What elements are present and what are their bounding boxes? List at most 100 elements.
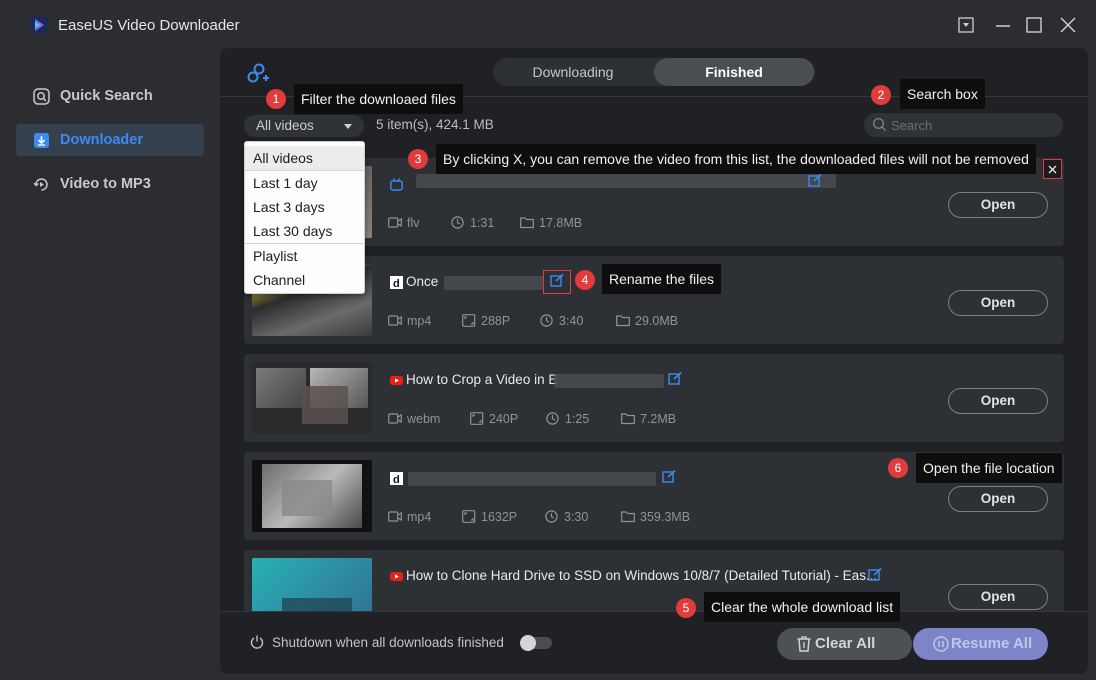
annotation-callout: By clicking X, you can remove the video … bbox=[436, 144, 1036, 174]
video-format: mp4 bbox=[407, 510, 432, 524]
video-duration: 1:31 bbox=[470, 216, 495, 230]
filter-option-last-30-days[interactable]: Last 30 days bbox=[245, 219, 364, 243]
toggle-knob bbox=[520, 635, 536, 651]
open-button[interactable]: Open bbox=[948, 388, 1048, 414]
video-resolution: 240P bbox=[489, 412, 519, 426]
folder-icon bbox=[621, 412, 635, 425]
option-label: Last 3 days bbox=[253, 199, 325, 215]
video-thumbnail bbox=[252, 460, 372, 532]
edit-icon[interactable] bbox=[662, 469, 676, 484]
open-button[interactable]: Open bbox=[948, 192, 1048, 218]
annotation-badge: 5 bbox=[676, 598, 696, 618]
filter-option-channel[interactable]: Channel bbox=[245, 268, 364, 292]
video-resolution: 288P bbox=[481, 314, 511, 328]
folder-icon bbox=[621, 510, 635, 523]
video-title: How to Crop a Video in E bbox=[406, 372, 558, 387]
format-icon bbox=[388, 216, 402, 229]
menu-dropdown-icon[interactable] bbox=[955, 14, 977, 36]
link-paste-icon[interactable] bbox=[246, 61, 270, 85]
annotation-callout: Clear the whole download list bbox=[704, 592, 901, 622]
annotation-badge: 3 bbox=[408, 149, 428, 169]
clock-icon bbox=[546, 412, 560, 425]
search-placeholder: Search bbox=[891, 118, 933, 133]
download-icon bbox=[33, 132, 50, 149]
app-logo bbox=[30, 16, 48, 34]
sidebar-item-video-to-mp3[interactable]: Video to MP3 bbox=[16, 168, 204, 200]
video-duration: 1:25 bbox=[565, 412, 590, 426]
resume-all-button[interactable]: Resume All bbox=[913, 628, 1048, 660]
video-resolution: 1632P bbox=[481, 510, 518, 524]
open-button[interactable]: Open bbox=[948, 290, 1048, 316]
format-icon bbox=[388, 314, 402, 327]
convert-icon bbox=[33, 176, 50, 193]
sidebar-item-quick-search[interactable]: Quick Search bbox=[16, 80, 204, 112]
dailymotion-icon: d bbox=[390, 276, 403, 290]
folder-icon bbox=[520, 216, 534, 229]
clock-icon bbox=[451, 216, 465, 229]
filter-option-last-3-days[interactable]: Last 3 days bbox=[245, 195, 364, 219]
pause-circle-icon bbox=[933, 636, 949, 652]
filter-option-all-videos[interactable]: All videos bbox=[245, 146, 364, 170]
open-button[interactable]: Open bbox=[948, 584, 1048, 610]
sidebar-item-downloader[interactable]: Downloader bbox=[16, 124, 204, 156]
edit-icon[interactable] bbox=[668, 371, 682, 386]
bilibili-icon bbox=[390, 178, 403, 191]
search-icon bbox=[872, 117, 887, 132]
item-count: 5 item(s), 424.1 MB bbox=[376, 117, 494, 132]
edit-icon[interactable] bbox=[808, 173, 822, 188]
maximize-icon[interactable] bbox=[1023, 14, 1045, 36]
trash-icon bbox=[797, 636, 811, 652]
footer-bar: Shutdown when all downloads finished Cle… bbox=[220, 611, 1088, 674]
video-duration: 3:40 bbox=[559, 314, 584, 328]
tab-switcher: Downloading Finished bbox=[493, 58, 815, 86]
svg-text:d: d bbox=[393, 278, 400, 289]
shutdown-toggle[interactable] bbox=[520, 635, 552, 651]
resolution-icon bbox=[470, 412, 484, 425]
filter-value: All videos bbox=[256, 118, 314, 133]
chevron-down-icon bbox=[344, 124, 352, 129]
option-label: Playlist bbox=[253, 248, 298, 264]
svg-text:d: d bbox=[393, 474, 400, 485]
resolution-icon bbox=[462, 510, 476, 523]
sidebar-item-label: Downloader bbox=[60, 132, 143, 148]
remove-item-icon[interactable] bbox=[1043, 159, 1062, 179]
title-bar: EaseUS Video Downloader bbox=[0, 0, 1096, 50]
filter-dropdown-menu: All videos Last 1 day Last 3 days Last 3… bbox=[244, 141, 365, 294]
list-item: How to Crop a Video in E webm 240P 1:25 … bbox=[244, 354, 1064, 442]
dailymotion-icon: d bbox=[390, 472, 403, 486]
annotation-badge: 2 bbox=[871, 85, 891, 105]
video-title: Once bbox=[406, 274, 439, 289]
close-icon[interactable] bbox=[1057, 14, 1079, 36]
minimize-icon[interactable] bbox=[992, 14, 1014, 36]
power-icon bbox=[250, 635, 264, 649]
annotation-badge: 4 bbox=[575, 270, 595, 290]
clock-icon bbox=[540, 314, 554, 327]
option-label: All videos bbox=[253, 150, 313, 166]
edit-icon[interactable] bbox=[868, 567, 882, 582]
clear-all-button[interactable]: Clear All bbox=[777, 628, 912, 660]
tab-finished[interactable]: Finished bbox=[654, 58, 814, 86]
blurred-title bbox=[554, 374, 664, 388]
annotation-badge: 6 bbox=[888, 458, 908, 478]
annotation-badge: 1 bbox=[266, 89, 286, 109]
open-button[interactable]: Open bbox=[948, 486, 1048, 512]
app-title: EaseUS Video Downloader bbox=[58, 17, 240, 34]
annotation-callout: Open the file location bbox=[916, 453, 1062, 483]
rename-highlight bbox=[543, 270, 571, 294]
format-icon bbox=[388, 510, 402, 523]
blurred-title bbox=[416, 174, 836, 188]
search-input[interactable]: Search bbox=[864, 113, 1063, 137]
shutdown-label: Shutdown when all downloads finished bbox=[272, 635, 504, 650]
filter-option-last-1-day[interactable]: Last 1 day bbox=[245, 171, 364, 195]
folder-icon bbox=[616, 314, 630, 327]
video-size: 29.0MB bbox=[635, 314, 679, 328]
filter-option-playlist[interactable]: Playlist bbox=[245, 244, 364, 268]
video-title: How to Clone Hard Drive to SSD on Window… bbox=[406, 568, 878, 583]
resolution-icon bbox=[462, 314, 476, 327]
video-duration: 3:30 bbox=[564, 510, 589, 524]
blurred-title bbox=[444, 276, 544, 290]
tab-downloading[interactable]: Downloading bbox=[493, 58, 653, 86]
format-icon bbox=[388, 412, 402, 425]
youtube-icon bbox=[390, 570, 403, 583]
filter-dropdown[interactable]: All videos bbox=[244, 115, 364, 137]
